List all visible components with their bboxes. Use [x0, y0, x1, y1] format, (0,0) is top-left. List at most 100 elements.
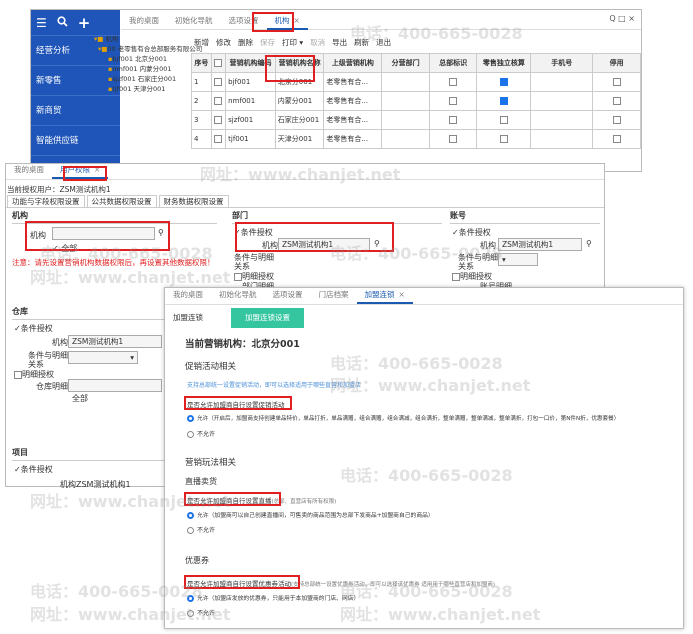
toolbar-button[interactable]: 退出: [373, 37, 394, 48]
warehouse-all-option[interactable]: 全部: [72, 393, 88, 404]
checkbox[interactable]: [213, 135, 222, 143]
account-relation-select[interactable]: ▾: [498, 253, 538, 266]
tree-root[interactable]: ▾■ 机构: [94, 34, 189, 44]
tab[interactable]: 门店档案: [311, 285, 357, 304]
tab-label: 初始化导航: [175, 16, 213, 25]
warning-text: 注意：请先设置营销机构数据权限后，再设置其他数据权限！: [12, 258, 215, 267]
sidebar-item[interactable]: 新商贸: [31, 96, 120, 126]
tab[interactable]: 我的桌面: [6, 160, 52, 179]
warehouse-detail-checkbox[interactable]: 明细授权: [14, 369, 54, 380]
table-cell: [530, 129, 594, 149]
checkbox[interactable]: [499, 116, 508, 124]
tab-label: 选项设置: [272, 290, 303, 299]
tree-leaf[interactable]: ▪bjf001 北京分001: [94, 54, 189, 64]
table-cell: 3: [191, 110, 212, 130]
tree-leaf[interactable]: ▪sjzf001 石家庄分001: [94, 74, 189, 84]
search-icon[interactable]: [57, 15, 68, 30]
close-icon[interactable]: ×: [399, 290, 405, 299]
franchise-subtab[interactable]: 加盟连锁设置: [231, 308, 304, 328]
plus-icon[interactable]: +: [78, 14, 91, 32]
permission-subtab[interactable]: 公共数据权限设置: [86, 195, 157, 207]
account-section: 账号 ✓条件授权 机构 ZSM测试机构1 ⚲ 条件与明细关系 ▾ 明细授权 账号…: [450, 210, 600, 291]
toolbar-button[interactable]: 取消: [307, 37, 328, 48]
table-cell: [592, 110, 641, 130]
table-cell: [476, 72, 532, 92]
q-promotion-allow[interactable]: 允许（开启后，加盟商支持创建单品特价，单品打折，单品满赠，组合满赠，组合满减，组…: [187, 414, 619, 422]
permission-subtab[interactable]: 功能与字段权限设置: [7, 195, 85, 207]
toolbar-button[interactable]: 删除: [235, 37, 256, 48]
window-controls[interactable]: Q □ ×: [609, 14, 635, 23]
q-live-allow[interactable]: 允许（加盟商可以自己创建直播间，可售卖的商品范围为总部下发商品+加盟商自己的商品…: [187, 510, 434, 519]
warehouse-detail-input[interactable]: [68, 379, 162, 392]
column-header[interactable]: 手机号: [530, 53, 594, 73]
tab[interactable]: 我的桌面: [121, 11, 167, 30]
franchise-subtab[interactable]: 加盟连锁: [165, 308, 211, 328]
search-icon[interactable]: ⚲: [586, 239, 592, 248]
checkbox: [234, 272, 242, 281]
account-org-input[interactable]: ZSM测试机构1: [498, 238, 582, 251]
warehouse-org-input[interactable]: ZSM测试机构1: [68, 335, 162, 348]
table-row[interactable]: 2 nmf001 内蒙分001 老零售有合...: [191, 91, 641, 111]
column-header[interactable]: 总部标识: [428, 53, 478, 73]
toolbar-button[interactable]: 修改: [213, 37, 234, 48]
table-cell: [210, 110, 227, 130]
checkbox[interactable]: [449, 78, 458, 86]
checkbox[interactable]: [499, 97, 508, 105]
table-row[interactable]: 3 sjzf001 石家庄分001 老零售有合...: [191, 110, 641, 130]
project-cond-checkbox[interactable]: ✓条件授权: [14, 464, 53, 475]
column-header[interactable]: 上级营销机构: [323, 53, 383, 73]
account-cond-checkbox[interactable]: ✓条件授权: [452, 227, 491, 238]
menu-icon[interactable]: ☰: [36, 16, 47, 30]
tree-node-hq[interactable]: ▾■00 老零售有合总部服务有限公司: [94, 44, 202, 54]
column-header[interactable]: 停用: [592, 53, 641, 73]
checkbox[interactable]: [612, 78, 621, 86]
checkbox[interactable]: [214, 59, 223, 67]
permission-subtab[interactable]: 财务数据权限设置: [158, 195, 229, 207]
q-coupon-allow[interactable]: 允许（加盟店发放的优惠券，只能用于本加盟商的门店、网店）: [187, 593, 359, 602]
warehouse-cond-checkbox[interactable]: ✓条件授权: [14, 323, 53, 334]
checkbox[interactable]: [449, 97, 458, 105]
close-icon[interactable]: ×: [294, 16, 300, 25]
checkbox[interactable]: [213, 97, 222, 105]
q-coupon-deny[interactable]: 不允许: [187, 608, 215, 617]
tab[interactable]: 初始化导航: [167, 11, 221, 30]
table-cell: [476, 110, 532, 130]
toolbar-button[interactable]: 保存: [257, 37, 278, 48]
table-cell: 1: [191, 72, 212, 92]
toolbar-button[interactable]: 导出: [329, 37, 350, 48]
tab[interactable]: 加盟连锁 ×: [356, 285, 413, 304]
column-header[interactable]: [210, 53, 227, 73]
checkbox[interactable]: [213, 116, 222, 124]
checkbox[interactable]: [449, 116, 458, 124]
checkbox[interactable]: [612, 116, 621, 124]
checkbox[interactable]: [612, 135, 621, 143]
table-row[interactable]: 1 bjf001 北京分001 老零售有合...: [191, 72, 641, 92]
checkbox[interactable]: [213, 78, 222, 86]
q-live-deny[interactable]: 不允许: [187, 525, 215, 534]
checkbox[interactable]: [499, 78, 508, 86]
toolbar-button[interactable]: 刷新: [351, 37, 372, 48]
toolbar-button[interactable]: 打印 ▾: [279, 37, 306, 48]
sidebar-item[interactable]: 智能供应链: [31, 126, 120, 156]
column-header[interactable]: 零售独立核算: [476, 53, 532, 73]
tree-leaf[interactable]: ▪nmf001 内蒙分001: [94, 64, 189, 74]
checkbox[interactable]: [499, 135, 508, 143]
radio-icon: [187, 595, 194, 602]
tab[interactable]: 选项设置: [265, 285, 311, 304]
table-cell: [530, 91, 594, 111]
checkbox[interactable]: [449, 135, 458, 143]
tree-leaf-label: bjf001 北京分001: [112, 55, 168, 63]
q-promotion-deny[interactable]: 不允许: [187, 429, 215, 438]
column-header[interactable]: 序号: [191, 53, 212, 73]
tree-leaf[interactable]: ▪tjf001 天津分001: [94, 84, 189, 94]
column-header[interactable]: 分营部门: [381, 53, 430, 73]
warehouse-relation-select[interactable]: ▾: [68, 351, 138, 364]
checkbox[interactable]: [612, 97, 621, 105]
tab[interactable]: 初始化导航: [211, 285, 265, 304]
project-org-value[interactable]: ZSM测试机构1: [76, 479, 131, 490]
table-row[interactable]: 4 tjf001 天津分001 老零售有合...: [191, 129, 641, 149]
radio-icon: [187, 527, 194, 534]
current-org: 北京分001: [251, 339, 300, 350]
account-field-label: 机构: [480, 241, 496, 250]
tab[interactable]: 我的桌面: [165, 285, 211, 304]
